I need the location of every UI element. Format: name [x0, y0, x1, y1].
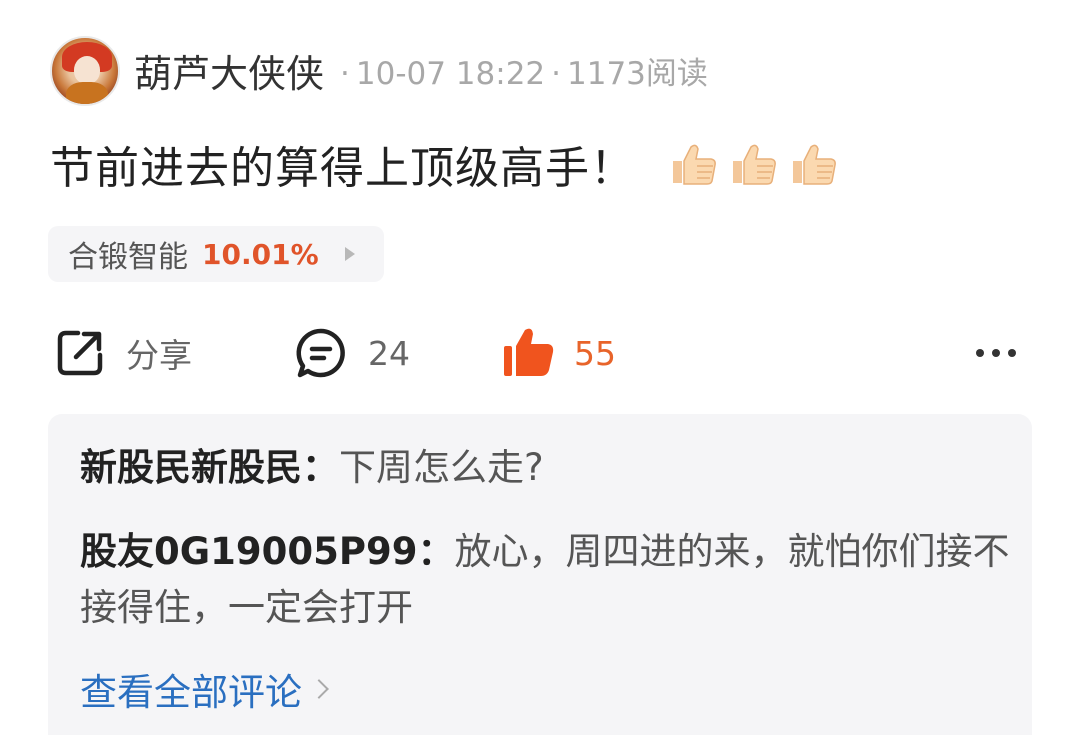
- thumbs-up-emoji-icon: [673, 144, 716, 185]
- comment-item[interactable]: 新股民新股民：下周怎么走?: [80, 440, 1010, 496]
- comment-button[interactable]: 24: [294, 322, 410, 384]
- chevron-right-icon: [309, 679, 329, 699]
- comment-icon: [296, 328, 345, 378]
- comment-count: 24: [368, 333, 410, 373]
- comment-author[interactable]: 新股民新股民：: [80, 446, 339, 489]
- more-button[interactable]: [976, 322, 1016, 384]
- avatar[interactable]: [50, 36, 120, 106]
- thumbs-up-icon: [504, 328, 554, 376]
- post-content: 节前进去的算得上顶级高手！: [50, 132, 839, 196]
- stock-tag[interactable]: 合锻智能 10.01%: [48, 226, 384, 282]
- stock-name: 合锻智能: [68, 240, 188, 275]
- more-dots-icon: [976, 349, 1016, 357]
- read-count: 1173阅读: [567, 55, 708, 92]
- comment-item[interactable]: 股友0G19005P99：放心，周四进的来，就怕你们接不接得住，一定会打开: [80, 524, 1010, 636]
- username[interactable]: 葫芦大侠侠: [134, 43, 324, 98]
- thumbs-up-emojis: [669, 139, 839, 189]
- stock-change: 10.01%: [202, 237, 319, 271]
- play-arrow-icon: [344, 247, 355, 261]
- share-button[interactable]: 分享: [54, 322, 192, 384]
- post-card: 葫芦大侠侠 · 10-07 18:22 · 1173阅读 节前进去的算得上顶级高手！: [0, 0, 1080, 735]
- post-text: 节前进去的算得上顶级高手！: [50, 143, 635, 194]
- view-all-label: 查看全部评论: [80, 671, 302, 714]
- view-all-comments-link[interactable]: 查看全部评论: [80, 662, 329, 716]
- action-bar: 分享 24 55: [0, 322, 1080, 384]
- like-count: 55: [574, 333, 616, 373]
- thumbs-up-emoji-icon: [793, 144, 836, 185]
- comment-text: 下周怎么走?: [339, 446, 544, 489]
- share-label: 分享: [126, 336, 192, 375]
- post-time: 10-07 18:22: [355, 55, 546, 92]
- share-icon: [57, 330, 103, 376]
- comments-box: 新股民新股民：下周怎么走? 股友0G19005P99：放心，周四进的来，就怕你们…: [48, 414, 1032, 735]
- post-header: 葫芦大侠侠 · 10-07 18:22 · 1173阅读: [134, 44, 708, 96]
- comment-author[interactable]: 股友0G19005P99：: [80, 530, 454, 573]
- thumbs-up-emoji-icon: [733, 144, 776, 185]
- like-button[interactable]: 55: [502, 322, 616, 384]
- post-meta: · 10-07 18:22 · 1173阅读: [340, 55, 708, 92]
